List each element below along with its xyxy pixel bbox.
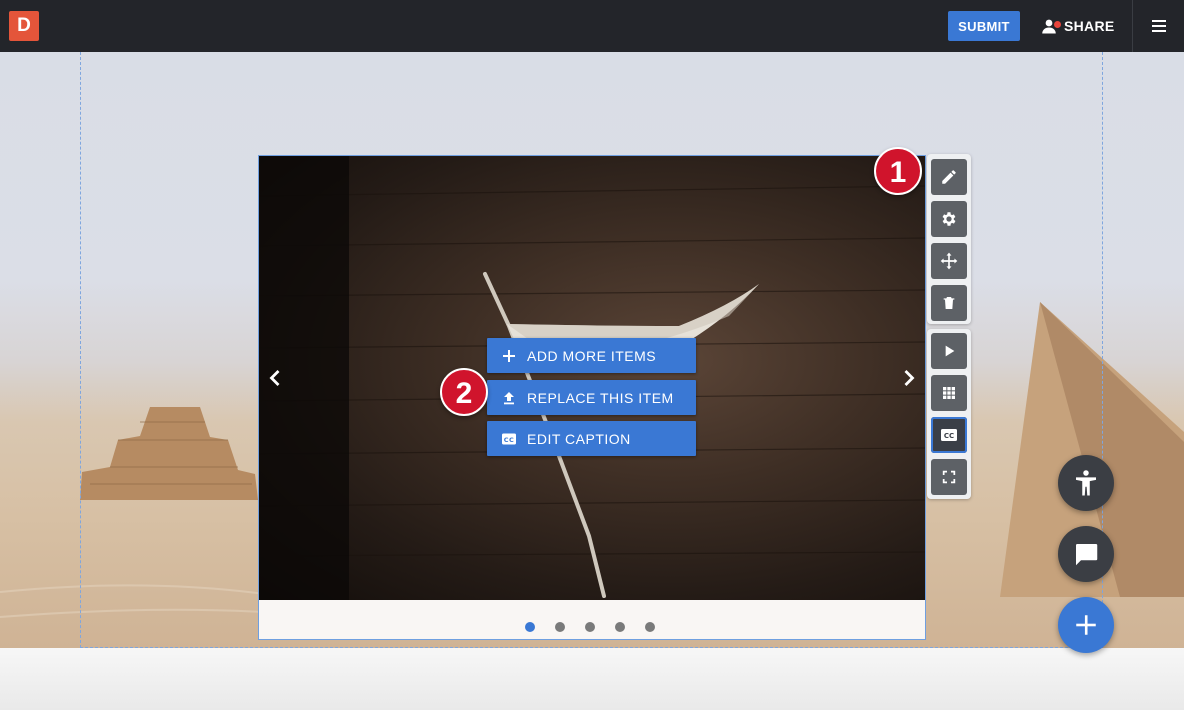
layout-guide [80,52,81,648]
pagination-dot[interactable] [555,622,565,632]
person-icon [1040,17,1061,35]
next-slide-arrow-icon[interactable] [895,364,923,392]
step-badge-2: 2 [440,368,488,416]
svg-text:CC: CC [504,436,515,444]
block-toolbar-primary [927,154,971,324]
plus-icon [1073,612,1099,638]
edit-caption-button[interactable]: CC EDIT CAPTION [487,421,696,456]
menu-divider [1132,0,1133,52]
pagination-dot[interactable] [615,622,625,632]
chat-bubble-icon[interactable] [1058,526,1114,582]
pagination-dot[interactable] [645,622,655,632]
app-logo[interactable]: D [9,11,39,41]
fullscreen-icon[interactable] [931,459,967,495]
grid-icon[interactable] [931,375,967,411]
pagination-dot[interactable] [525,622,535,632]
move-arrows-icon[interactable] [931,243,967,279]
page-footer-area [0,648,1184,710]
add-block-button[interactable] [1058,597,1114,653]
previous-slide-arrow-icon[interactable] [261,364,289,392]
submit-button[interactable]: SUBMIT [948,11,1020,41]
edit-pencil-icon[interactable] [931,159,967,195]
accessibility-icon[interactable] [1058,455,1114,511]
delete-trash-icon[interactable] [931,285,967,321]
add-more-items-label: ADD MORE ITEMS [527,347,657,364]
hamburger-menu-icon[interactable] [1145,12,1173,40]
replace-item-button[interactable]: REPLACE THIS ITEM [487,380,696,415]
slide-pagination [525,622,655,632]
top-bar: D SUBMIT SHARE [0,0,1184,52]
step-badge-1: 1 [874,147,922,195]
closed-caption-icon: CC [501,431,517,447]
closed-caption-icon[interactable]: CC [931,417,967,453]
upload-icon [501,390,517,406]
replace-item-label: REPLACE THIS ITEM [527,389,674,406]
add-more-items-button[interactable]: ADD MORE ITEMS [487,338,696,373]
block-toolbar-secondary: CC [927,329,971,499]
notification-dot [1054,21,1061,28]
slide-image [259,156,925,600]
plus-icon [501,348,517,364]
edit-caption-label: EDIT CAPTION [527,430,631,447]
play-icon[interactable] [931,333,967,369]
pagination-dot[interactable] [585,622,595,632]
share-label: SHARE [1064,18,1115,34]
settings-gear-icon[interactable] [931,201,967,237]
share-button[interactable]: SHARE [1040,11,1115,41]
svg-text:CC: CC [944,432,954,440]
